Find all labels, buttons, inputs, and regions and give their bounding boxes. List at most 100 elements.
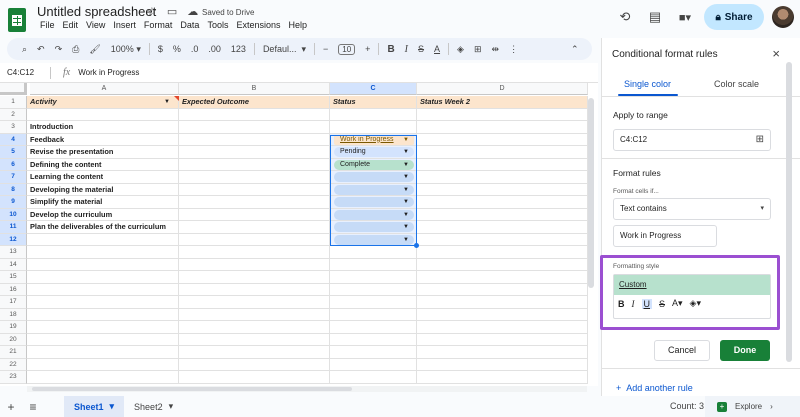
row-header[interactable]: 2 <box>0 108 27 121</box>
cell-d12[interactable] <box>417 233 588 246</box>
column-header-c[interactable]: C <box>330 83 417 95</box>
cell-b20[interactable] <box>179 333 330 346</box>
currency-button[interactable]: $ <box>153 44 168 54</box>
cell-d8[interactable] <box>417 183 588 196</box>
paint-format-icon[interactable]: 🖌︎ <box>84 44 105 55</box>
cell-d19[interactable] <box>417 321 588 334</box>
cell-b10[interactable] <box>179 208 330 221</box>
status-dropdown-chip[interactable]: ▼ <box>334 234 414 245</box>
cell-d15[interactable] <box>417 271 588 284</box>
cell-a18[interactable] <box>27 308 179 321</box>
cell-d22[interactable] <box>417 358 588 371</box>
row-header[interactable]: 12 <box>0 233 27 246</box>
cell-a12[interactable] <box>27 233 179 246</box>
row-header[interactable]: 19 <box>0 321 27 334</box>
cell-c14[interactable] <box>330 258 417 271</box>
status-dropdown-chip[interactable]: Complete ▼ <box>334 159 414 170</box>
print-icon[interactable]: ⎙ <box>67 44 84 55</box>
cell-a6[interactable]: Defining the content <box>27 158 179 171</box>
vertical-scrollbar[interactable] <box>588 98 594 288</box>
cell-b16[interactable] <box>179 283 330 296</box>
history-icon[interactable]: ⟲ <box>614 6 636 28</box>
row-header[interactable]: 8 <box>0 183 27 196</box>
cancel-button[interactable]: Cancel <box>654 340 710 361</box>
menu-insert[interactable]: Insert <box>109 19 140 31</box>
cell-a8[interactable]: Developing the material <box>27 183 179 196</box>
cell-d21[interactable] <box>417 346 588 359</box>
cell-d4[interactable] <box>417 133 588 146</box>
row-header[interactable]: 4 <box>0 133 27 146</box>
cell-c9[interactable]: ▼ <box>330 196 417 209</box>
select-all-corner[interactable] <box>0 83 27 95</box>
cell-a7[interactable]: Learning the content <box>27 171 179 184</box>
formula-input[interactable]: Work in Progress <box>78 68 139 77</box>
style-preset-select[interactable]: Custom <box>614 275 770 295</box>
cell-c6[interactable]: Complete ▼ <box>330 158 417 171</box>
cell-c20[interactable] <box>330 333 417 346</box>
cell-a22[interactable] <box>27 358 179 371</box>
cell-b22[interactable] <box>179 358 330 371</box>
percent-button[interactable]: % <box>168 44 186 54</box>
style-italic-button[interactable]: I <box>632 299 635 309</box>
row-header[interactable]: 22 <box>0 358 27 371</box>
style-text-color-button[interactable]: A▾ <box>672 298 683 309</box>
menu-view[interactable]: View <box>82 19 109 31</box>
cell-a1[interactable]: Activity ▼ <box>27 96 179 109</box>
row-header[interactable]: 14 <box>0 258 27 271</box>
cell-c12[interactable]: ▼ <box>330 233 417 246</box>
cell-d20[interactable] <box>417 333 588 346</box>
sheets-logo-icon[interactable] <box>8 8 26 32</box>
row-header[interactable]: 1 <box>0 96 27 109</box>
cell-a2[interactable] <box>27 108 179 121</box>
cell-d5[interactable] <box>417 146 588 159</box>
row-header[interactable]: 23 <box>0 371 27 384</box>
share-button[interactable]: 🔒︎ Share <box>704 4 764 30</box>
fill-color-icon[interactable]: ◈ <box>452 44 469 55</box>
bold-button[interactable]: B <box>382 44 399 55</box>
increase-decimal-button[interactable]: .00 <box>203 44 226 54</box>
row-header[interactable]: 16 <box>0 283 27 296</box>
italic-button[interactable]: I <box>400 44 413 55</box>
cell-c4[interactable]: Work in Progress ▼ <box>330 133 417 146</box>
menu-help[interactable]: Help <box>284 19 311 31</box>
cell-a16[interactable] <box>27 283 179 296</box>
menu-tools[interactable]: Tools <box>203 19 232 31</box>
document-title[interactable]: Untitled spreadsheet <box>37 4 156 19</box>
cell-c8[interactable]: ▼ <box>330 183 417 196</box>
star-icon[interactable]: ☆ <box>147 5 157 18</box>
cell-d7[interactable] <box>417 171 588 184</box>
range-input[interactable]: C4:C12 ⊞ <box>613 129 771 151</box>
row-header[interactable]: 18 <box>0 308 27 321</box>
row-header[interactable]: 17 <box>0 296 27 309</box>
add-sheet-icon[interactable]: + <box>0 400 22 414</box>
cell-d14[interactable] <box>417 258 588 271</box>
cell-b2[interactable] <box>179 108 330 121</box>
number-format-button[interactable]: 123 <box>226 44 251 54</box>
cell-b9[interactable] <box>179 196 330 209</box>
zoom-select[interactable]: 100% ▾ <box>106 44 146 55</box>
add-another-rule-button[interactable]: + Add another rule <box>616 383 693 393</box>
cell-b4[interactable] <box>179 133 330 146</box>
cell-d3[interactable] <box>417 121 588 134</box>
undo-icon[interactable]: ↶ <box>32 44 50 55</box>
borders-icon[interactable]: ⊞ <box>469 44 487 55</box>
menu-extensions[interactable]: Extensions <box>232 19 284 31</box>
close-icon[interactable]: × <box>772 46 780 61</box>
row-header[interactable]: 15 <box>0 271 27 284</box>
menu-file[interactable]: File <box>36 19 59 31</box>
status-dropdown-chip[interactable]: ▼ <box>334 197 414 207</box>
cell-c3[interactable] <box>330 121 417 134</box>
more-icon[interactable]: ⋮ <box>504 44 523 55</box>
search-menus-icon[interactable]: ⌕ <box>17 44 32 55</box>
font-select[interactable]: Defaul... ▾ <box>258 44 311 55</box>
cell-b6[interactable] <box>179 158 330 171</box>
style-strikethrough-button[interactable]: S <box>659 299 665 309</box>
cell-b11[interactable] <box>179 221 330 234</box>
tab-color-scale[interactable]: Color scale <box>714 79 759 89</box>
selection-count[interactable]: Count: 3 <box>670 401 704 411</box>
cell-a9[interactable]: Simplify the material <box>27 196 179 209</box>
cell-c18[interactable] <box>330 308 417 321</box>
explore-button[interactable]: + Explore › <box>705 396 800 417</box>
comments-icon[interactable]: ▤ <box>644 6 666 28</box>
font-size-decrease-button[interactable]: − <box>318 44 333 54</box>
